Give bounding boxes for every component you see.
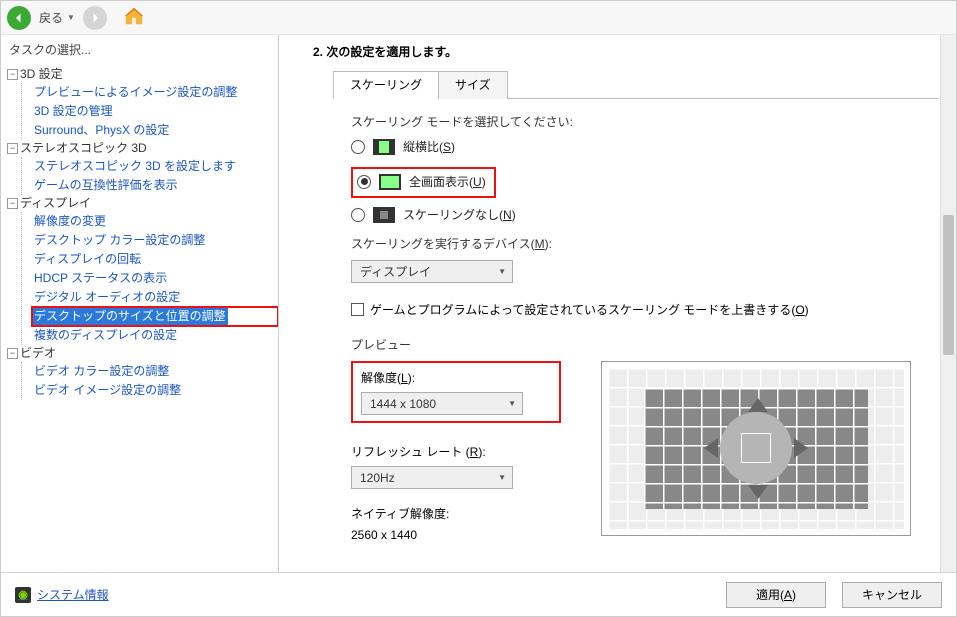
scrollbar-thumb[interactable] [943, 215, 954, 355]
nvidia-icon: ◉ [15, 587, 31, 603]
collapse-icon[interactable]: − [7, 348, 18, 359]
tree-leaf[interactable]: デジタル オーディオの設定 [32, 288, 182, 307]
radio-icon [357, 175, 371, 189]
tree-leaf[interactable]: ステレオスコピック 3D を設定します [32, 157, 238, 176]
tree-leaf[interactable]: デスクトップ カラー設定の調整 [32, 231, 207, 250]
task-tree: −3D 設定 プレビューによるイメージ設定の調整 3D 設定の管理 Surrou… [1, 64, 278, 572]
chevron-down-icon: ▼ [498, 473, 506, 482]
sidebar: タスクの選択... −3D 設定 プレビューによるイメージ設定の調整 3D 設定… [1, 35, 279, 572]
scaling-mode-label: スケーリング モードを選択してください: [351, 113, 938, 130]
tree-group-display[interactable]: −ディスプレイ [7, 195, 278, 212]
forward-button[interactable] [83, 6, 107, 30]
noscale-icon [373, 207, 395, 223]
preview-label: プレビュー [351, 336, 938, 353]
override-checkbox-row[interactable]: ゲームとプログラムによって設定されているスケーリング モードを上書きする(O) [351, 301, 938, 318]
resolution-label: 解像度(L): [361, 369, 551, 386]
system-info-link[interactable]: ◉ システム情報 [15, 586, 109, 603]
scaling-device-select[interactable]: ディスプレイ ▼ [351, 260, 513, 283]
radio-fullscreen[interactable]: 全画面表示(U) [357, 173, 486, 190]
back-history-dropdown[interactable]: ▼ [67, 13, 75, 22]
tree-leaf-selected[interactable]: デスクトップのサイズと位置の調整 [32, 307, 228, 326]
refresh-label: リフレッシュ レート (R): [351, 443, 561, 460]
tab-scaling[interactable]: スケーリング [333, 71, 439, 99]
tree-leaf[interactable]: 解像度の変更 [32, 212, 108, 231]
toolbar: 戻る ▼ [1, 1, 956, 35]
tree-group-stereo[interactable]: −ステレオスコピック 3D [7, 140, 278, 157]
scaling-tabs: スケーリング サイズ [333, 70, 938, 99]
tree-group-video[interactable]: −ビデオ [7, 345, 278, 362]
home-button[interactable] [123, 5, 145, 30]
radio-no-scaling[interactable]: スケーリングなし(N) [351, 206, 938, 223]
scrollbar[interactable] [940, 35, 956, 572]
native-res-value: 2560 x 1440 [351, 528, 561, 542]
radio-fullscreen-highlight: 全画面表示(U) [351, 167, 496, 198]
native-res-label: ネイティブ解像度: [351, 505, 561, 522]
step-heading: 2. 次の設定を適用します。 [313, 43, 938, 60]
radio-icon [351, 208, 365, 222]
collapse-icon[interactable]: − [7, 69, 18, 80]
radio-icon [351, 140, 365, 154]
fullscreen-icon [379, 174, 401, 190]
radio-aspect-ratio[interactable]: 縦横比(S) [351, 138, 938, 155]
scaling-device-label: スケーリングを実行するデバイス(M): [351, 235, 938, 252]
chevron-down-icon: ▼ [508, 399, 516, 408]
cancel-button[interactable]: キャンセル [842, 582, 942, 608]
chevron-down-icon: ▼ [498, 267, 506, 276]
tree-leaf[interactable]: プレビューによるイメージ設定の調整 [32, 83, 239, 102]
main-split: タスクの選択... −3D 設定 プレビューによるイメージ設定の調整 3D 設定… [1, 35, 956, 572]
tree-leaf[interactable]: ビデオ イメージ設定の調整 [32, 381, 183, 400]
back-label[interactable]: 戻る [39, 9, 63, 26]
refresh-select[interactable]: 120Hz ▼ [351, 466, 513, 489]
tree-leaf[interactable]: HDCP ステータスの表示 [32, 269, 169, 288]
tree-leaf[interactable]: 3D 設定の管理 [32, 102, 115, 121]
tree-leaf[interactable]: 複数のディスプレイの設定 [32, 326, 179, 345]
preview-image [601, 361, 911, 536]
tab-size[interactable]: サイズ [438, 71, 508, 99]
collapse-icon[interactable]: − [7, 198, 18, 209]
collapse-icon[interactable]: − [7, 143, 18, 154]
tree-leaf[interactable]: Surround、PhysX の設定 [32, 121, 171, 140]
content-pane: 2. 次の設定を適用します。 スケーリング サイズ スケーリング モードを選択し… [279, 35, 956, 572]
checkbox-icon [351, 303, 364, 316]
aspect-icon [373, 139, 395, 155]
tree-leaf[interactable]: ビデオ カラー設定の調整 [32, 362, 171, 381]
sidebar-title: タスクの選択... [1, 35, 278, 64]
apply-button[interactable]: 適用(A) [726, 582, 826, 608]
back-button[interactable] [7, 6, 31, 30]
tree-leaf[interactable]: ディスプレイの回転 [32, 250, 143, 269]
resolution-select[interactable]: 1444 x 1080 ▼ [361, 392, 523, 415]
footer: ◉ システム情報 適用(A) キャンセル [1, 572, 956, 616]
tree-group-3d[interactable]: −3D 設定 [7, 66, 278, 83]
tree-leaf[interactable]: ゲームの互換性評価を表示 [32, 176, 180, 195]
